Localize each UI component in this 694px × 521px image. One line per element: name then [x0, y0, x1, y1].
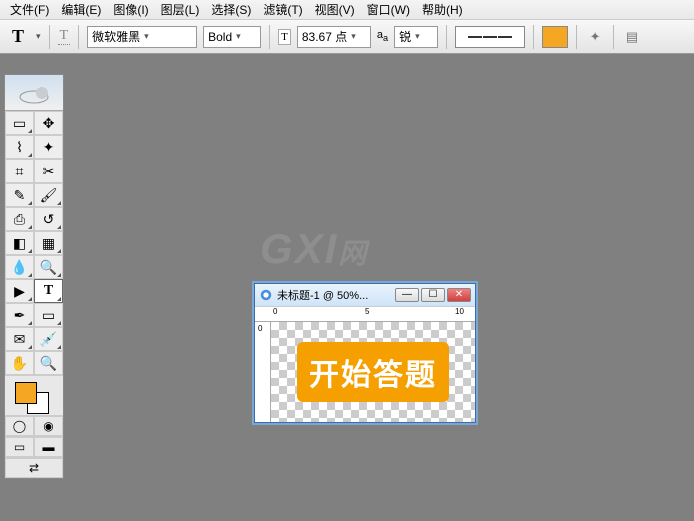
document-titlebar[interactable]: 未标题-1 @ 50%... — ☐ ✕ [255, 284, 475, 306]
chevron-down-icon: ▾ [236, 31, 241, 42]
chevron-down-icon: ▾ [351, 31, 356, 42]
font-size-value: 83.67 点 [302, 28, 347, 45]
menu-help[interactable]: 帮助(H) [416, 1, 469, 18]
crop-tool[interactable]: ⌗ [5, 159, 34, 183]
minimize-button[interactable]: — [395, 288, 419, 302]
antialias-value: 锐 [399, 28, 411, 45]
lasso-tool[interactable]: ⌇ [5, 135, 34, 159]
maximize-button[interactable]: ☐ [421, 288, 445, 302]
screenmode-2[interactable]: ▬ [34, 437, 63, 457]
menu-bar: 文件(F) 编辑(E) 图像(I) 图层(L) 选择(S) 滤镜(T) 视图(V… [0, 0, 694, 20]
tool-options-bar: T ▾ T 微软雅黑 ▾ Bold ▾ T 83.67 点 ▾ aa 锐 ▾ ✦… [0, 20, 694, 54]
dropdown-icon[interactable]: ▾ [36, 31, 41, 42]
font-size-icon: T [278, 29, 291, 45]
foreground-color[interactable] [15, 382, 37, 404]
watermark: GXI网 [260, 225, 368, 273]
document-window: 未标题-1 @ 50%... — ☐ ✕ 0 5 10 0 开始答题 [254, 283, 476, 423]
color-swatches[interactable] [5, 375, 63, 415]
slice-tool[interactable]: ✂ [34, 159, 63, 183]
text-orientation-button[interactable]: T [58, 28, 71, 45]
marquee-tool[interactable]: ▭ [5, 111, 34, 135]
menu-layer[interactable]: 图层(L) [155, 1, 206, 18]
vertical-ruler: 0 [255, 322, 271, 422]
menu-window[interactable]: 窗口(W) [361, 1, 416, 18]
chevron-down-icon: ▾ [144, 31, 149, 42]
zoom-tool[interactable]: 🔍 [34, 351, 63, 375]
palette-preview [5, 75, 63, 111]
canvas[interactable]: 开始答题 [271, 322, 475, 422]
document-title: 未标题-1 @ 50%... [277, 287, 391, 303]
type-tool-icon: T [6, 26, 30, 47]
gradient-tool[interactable]: ▦ [34, 231, 63, 255]
move-tool[interactable]: ✥ [34, 111, 63, 135]
jump-to-button[interactable]: ⇄ [5, 458, 63, 478]
dodge-tool[interactable]: 🔍 [34, 255, 63, 279]
menu-edit[interactable]: 编辑(E) [55, 1, 107, 18]
font-size-select[interactable]: 83.67 点 ▾ [297, 26, 371, 48]
healing-tool[interactable]: ✎ [5, 183, 34, 207]
antialias-icon: aa [377, 29, 388, 43]
shape-tool[interactable]: ▭ [34, 303, 63, 327]
canvas-button-shape: 开始答题 [297, 342, 449, 402]
brush-tool[interactable]: 🖌 [34, 183, 63, 207]
chevron-down-icon: ▾ [415, 31, 420, 42]
text-align-group[interactable] [455, 26, 525, 48]
quickmask-mask[interactable]: ◉ [34, 416, 63, 436]
font-weight-value: Bold [208, 30, 232, 44]
antialias-select[interactable]: 锐 ▾ [394, 26, 438, 48]
blur-tool[interactable]: 💧 [5, 255, 34, 279]
font-family-value: 微软雅黑 [92, 28, 140, 45]
canvas-button-text: 开始答题 [309, 359, 437, 392]
tool-palette: ▭ ✥ ⌇ ✦ ⌗ ✂ ✎ 🖌 ⎙ ↺ ◧ ▦ 💧 🔍 ▶ T ✒ ▭ ✉ 💉 … [4, 74, 64, 479]
pen-tool[interactable]: ✒ [5, 303, 34, 327]
font-weight-select[interactable]: Bold ▾ [203, 26, 261, 48]
close-button[interactable]: ✕ [447, 288, 471, 302]
tool-grid: ▭ ✥ ⌇ ✦ ⌗ ✂ ✎ 🖌 ⎙ ↺ ◧ ▦ 💧 🔍 ▶ T ✒ ▭ ✉ 💉 … [5, 111, 63, 375]
horizontal-ruler: 0 5 10 [255, 306, 475, 322]
app-icon [259, 288, 273, 302]
font-family-select[interactable]: 微软雅黑 ▾ [87, 26, 197, 48]
magic-wand-tool[interactable]: ✦ [34, 135, 63, 159]
warp-text-button[interactable]: ✦ [585, 27, 605, 47]
text-color-swatch[interactable] [542, 26, 568, 48]
screenmode-1[interactable]: ▭ [5, 437, 34, 457]
quickmask-standard[interactable]: ◯ [5, 416, 34, 436]
path-select-tool[interactable]: ▶ [5, 279, 34, 303]
menu-file[interactable]: 文件(F) [4, 1, 55, 18]
hand-tool[interactable]: ✋ [5, 351, 34, 375]
menu-select[interactable]: 选择(S) [205, 1, 257, 18]
type-tool[interactable]: T [34, 279, 63, 303]
eyedropper-tool[interactable]: 💉 [34, 327, 63, 351]
history-brush-tool[interactable]: ↺ [34, 207, 63, 231]
menu-image[interactable]: 图像(I) [107, 1, 154, 18]
menu-view[interactable]: 视图(V) [309, 1, 361, 18]
character-panel-button[interactable]: ▤ [622, 27, 642, 47]
eraser-tool[interactable]: ◧ [5, 231, 34, 255]
notes-tool[interactable]: ✉ [5, 327, 34, 351]
stamp-tool[interactable]: ⎙ [5, 207, 34, 231]
menu-filter[interactable]: 滤镜(T) [257, 1, 308, 18]
